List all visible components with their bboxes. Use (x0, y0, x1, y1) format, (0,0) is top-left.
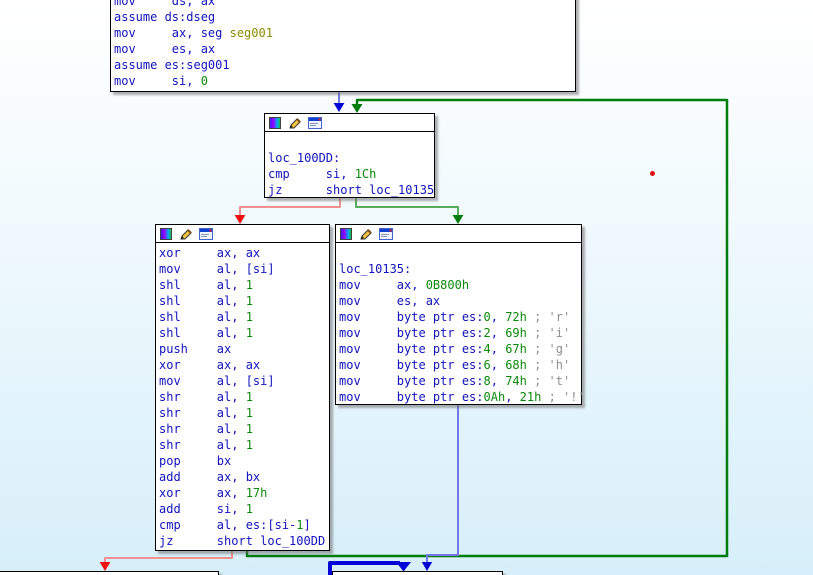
asm-line[interactable]: mov byte ptr es:2, 69h ; 'i' (339, 325, 581, 341)
asm-line[interactable]: xor ax, ax (159, 245, 329, 261)
asm-line[interactable]: pop bx (159, 453, 329, 469)
asm-line[interactable]: shr al, 1 (159, 405, 329, 421)
asm-line[interactable]: mov al, [si] (159, 261, 329, 277)
asm-line[interactable]: shr al, 1 (159, 437, 329, 453)
edit-node-icon[interactable] (179, 228, 192, 240)
asm-line[interactable]: add si, 1 (159, 501, 329, 517)
node-toolbar (336, 225, 581, 243)
asm-line[interactable]: mov byte ptr es:0, 72h ; 'r' (339, 309, 581, 325)
asm-line[interactable]: mov al, [si] (159, 373, 329, 389)
edge-not-taken-exit-arrow (99, 562, 111, 571)
block-code: mov ds, ax assume ds:dseg mov ax, seg seg0… (111, 0, 575, 89)
basic-block-loc-100dd[interactable]: loc_100DD: cmp si, 1Ch jz short loc_10135 (264, 113, 435, 198)
group-node-icon[interactable] (308, 116, 322, 129)
asm-line[interactable]: shr al, 1 (159, 421, 329, 437)
asm-line[interactable]: assume es:seg001 (114, 57, 575, 73)
asm-line[interactable]: cmp si, 1Ch (268, 166, 434, 182)
edge-taken-loc10135-arrow (452, 215, 464, 224)
edit-node-icon[interactable] (288, 117, 301, 129)
asm-line[interactable]: mov byte ptr es:4, 67h ; 'g' (339, 341, 581, 357)
block-code: loc_10135: mov ax, 0B800h mov es, ax mov by… (336, 243, 585, 405)
asm-line[interactable]: cmp al, es:[si-1] (159, 517, 329, 533)
node-toolbar (156, 225, 329, 243)
asm-line[interactable]: push ax (159, 341, 329, 357)
edge-entry-flow-arrow (333, 103, 345, 112)
edge-not-taken-loc100dd-arrow (234, 215, 246, 224)
asm-line[interactable]: shl al, 1 (159, 277, 329, 293)
edge-flow-loc10135 (426, 405, 459, 563)
edge-taken-loc10135 (355, 198, 459, 216)
asm-line[interactable]: loc_100DD: (268, 150, 434, 166)
asm-line[interactable]: mov ds, ax (114, 0, 575, 9)
asm-line[interactable]: mov ax, seg seg001 (114, 25, 575, 41)
group-node-icon[interactable] (379, 227, 393, 240)
asm-line[interactable]: mov si, 0 (114, 73, 575, 89)
edge-flow-loc10135-arrow (421, 562, 433, 571)
asm-line[interactable]: shl al, 1 (159, 325, 329, 341)
basic-block-bottom-left[interactable] (0, 571, 219, 575)
asm-line[interactable]: jz short loc_10135 (268, 182, 434, 198)
asm-line[interactable]: loc_10135: (339, 261, 581, 277)
edit-node-icon[interactable] (359, 228, 372, 240)
asm-line[interactable] (268, 134, 434, 150)
node-color-icon[interactable] (269, 116, 281, 129)
asm-line[interactable]: assume ds:dseg (114, 9, 575, 25)
block-code: loc_100DD: cmp si, 1Ch jz short loc_10135 (265, 132, 434, 198)
asm-line[interactable]: xor ax, 17h (159, 485, 329, 501)
node-color-icon[interactable] (160, 227, 172, 240)
asm-line[interactable]: mov es, ax (114, 41, 575, 57)
basic-block-decode-loop[interactable]: xor ax, ax mov al, [si] shl al, 1 shl al, 1… (155, 224, 330, 551)
asm-line[interactable]: mov byte ptr es:8, 74h ; 't' (339, 373, 581, 389)
asm-line[interactable]: mov ax, 0B800h (339, 277, 581, 293)
node-color-icon[interactable] (340, 227, 352, 240)
asm-line[interactable]: shl al, 1 (159, 293, 329, 309)
basic-block-entry[interactable]: mov ds, ax assume ds:dseg mov ax, seg seg0… (110, 0, 576, 92)
edge-loop-back-taken-arrow (351, 104, 363, 113)
red-marker-dot (650, 171, 655, 176)
asm-line[interactable]: mov byte ptr es:0Ah, 21h ; '!' (339, 389, 585, 405)
asm-line[interactable] (339, 245, 581, 261)
asm-line[interactable]: shr al, 1 (159, 389, 329, 405)
asm-line[interactable]: mov es, ax (339, 293, 581, 309)
asm-line[interactable]: jz short loc_100DD (159, 533, 329, 549)
edge-not-taken-loc100dd (239, 198, 341, 216)
basic-block-loc-10135[interactable]: loc_10135: mov ax, 0B800h mov es, ax mov by… (335, 224, 585, 405)
node-toolbar (265, 114, 434, 132)
graph-view[interactable]: mov ds, ax assume ds:dseg mov ax, seg seg0… (0, 0, 813, 575)
basic-block-bottom-middle[interactable] (332, 571, 503, 575)
asm-line[interactable]: add ax, bx (159, 469, 329, 485)
asm-line[interactable]: shl al, 1 (159, 309, 329, 325)
block-code: xor ax, ax mov al, [si] shl al, 1 shl al, 1… (156, 243, 329, 549)
edge-not-taken-exit (104, 551, 233, 563)
asm-line[interactable]: mov byte ptr es:6, 68h ; 'h' (339, 357, 581, 373)
asm-line[interactable]: xor ax, ax (159, 357, 329, 373)
group-node-icon[interactable] (199, 227, 213, 240)
